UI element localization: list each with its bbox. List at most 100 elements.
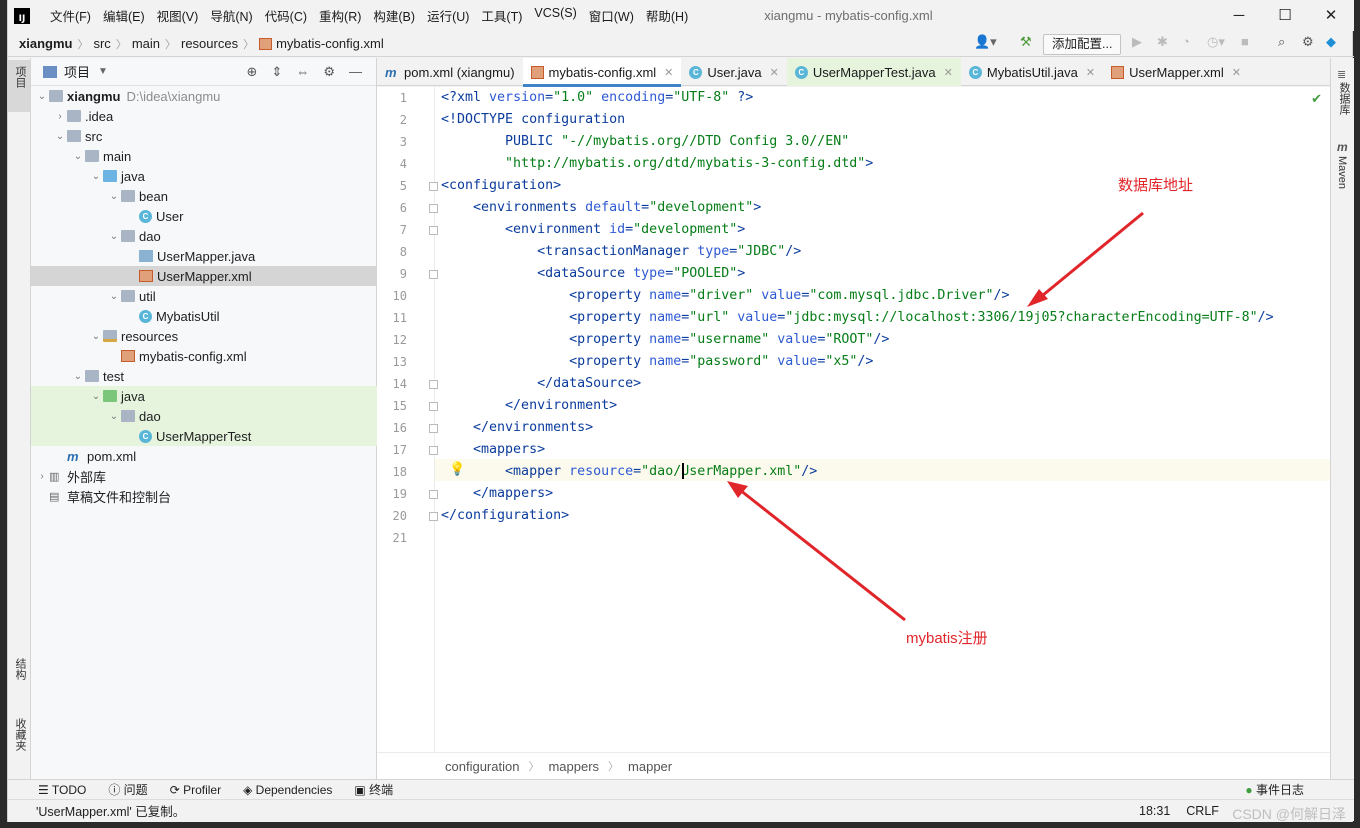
- dependencies-tool-button[interactable]: ◈ Dependencies: [243, 783, 332, 797]
- fold-marker-icon[interactable]: [429, 204, 438, 213]
- fold-marker-icon[interactable]: [429, 424, 438, 433]
- code-line[interactable]: <property name="username" value="ROOT"/>: [441, 329, 889, 351]
- tab-close-icon[interactable]: ✕: [1086, 66, 1095, 79]
- favorites-stripe-button[interactable]: 收藏夹: [12, 718, 28, 751]
- code-line[interactable]: </dataSource>: [441, 373, 641, 395]
- minimize-icon[interactable]: ─: [1216, 0, 1262, 31]
- tree-item[interactable]: ⌄ src: [31, 126, 377, 146]
- collapse-all-icon[interactable]: ⇔: [296, 64, 309, 80]
- menu-item[interactable]: 帮助(H): [640, 6, 694, 25]
- problems-tool-button[interactable]: ⓘ 问题: [108, 781, 147, 798]
- event-log-button[interactable]: ● 事件日志: [1245, 781, 1304, 798]
- user-icon[interactable]: 👤▾: [974, 34, 997, 50]
- maximize-icon[interactable]: ☐: [1262, 0, 1308, 31]
- maven-stripe-button[interactable]: Maven: [1336, 156, 1348, 189]
- chevron-down-icon[interactable]: ⌄: [71, 371, 85, 382]
- code-line[interactable]: </environment>: [441, 395, 617, 417]
- tree-item[interactable]: ⌄ java: [31, 166, 377, 186]
- code-line[interactable]: <environment id="development">: [441, 219, 745, 241]
- tree-item[interactable]: › ▥ 外部库: [31, 466, 377, 486]
- code-line[interactable]: <transactionManager type="JDBC"/>: [441, 241, 801, 263]
- tab-close-icon[interactable]: ✕: [664, 66, 673, 79]
- code-line[interactable]: <environments default="development">: [441, 197, 761, 219]
- code-line[interactable]: </mappers>: [441, 483, 553, 505]
- chevron-down-icon[interactable]: ⌄: [71, 151, 85, 162]
- tree-item[interactable]: C User: [31, 206, 377, 226]
- code-line[interactable]: <mappers>: [441, 439, 545, 461]
- tree-item[interactable]: ⌄ resources: [31, 326, 377, 346]
- code-line[interactable]: <property name="driver" value="com.mysql…: [441, 285, 1009, 307]
- tree-item[interactable]: C UserMapperTest: [31, 426, 377, 446]
- chevron-down-icon[interactable]: ⌄: [89, 391, 103, 402]
- chevron-down-icon[interactable]: ⌄: [107, 231, 121, 242]
- breadcrumb-item[interactable]: resources: [181, 36, 238, 51]
- breadcrumb-item[interactable]: mybatis-config.xml: [276, 36, 384, 51]
- fold-marker-icon[interactable]: [429, 446, 438, 455]
- chevron-down-icon[interactable]: ⌄: [35, 91, 49, 102]
- terminal-tool-button[interactable]: ▣ 终端: [354, 781, 393, 798]
- menu-item[interactable]: 工具(T): [475, 6, 528, 25]
- editor-tab[interactable]: mybatis-config.xml ✕: [522, 58, 682, 87]
- menu-item[interactable]: 重构(R): [313, 6, 367, 25]
- code-line[interactable]: <property name="password" value="x5"/>: [441, 351, 873, 373]
- stop-icon[interactable]: ■: [1241, 34, 1249, 49]
- tree-item[interactable]: ⌄ main: [31, 146, 377, 166]
- breadcrumb-item[interactable]: xiangmu: [19, 36, 72, 51]
- close-icon[interactable]: ✕: [1308, 0, 1354, 31]
- line-separator[interactable]: CRLF: [1186, 804, 1219, 818]
- editor-tab[interactable]: C UserMapperTest.java ✕: [786, 58, 961, 86]
- chevron-down-icon[interactable]: ⌄: [107, 411, 121, 422]
- chevron-down-icon[interactable]: ⌄: [89, 331, 103, 342]
- fold-marker-icon[interactable]: [429, 402, 438, 411]
- tree-item[interactable]: C MybatisUtil: [31, 306, 377, 326]
- settings-gear-icon[interactable]: ⚙: [1302, 34, 1314, 50]
- editor-breadcrumb-item[interactable]: mapper: [628, 759, 672, 774]
- caret-position[interactable]: 18:31: [1139, 804, 1170, 818]
- menu-item[interactable]: VCS(S): [528, 6, 582, 25]
- editor-tab[interactable]: C User.java ✕: [681, 58, 786, 86]
- tree-item[interactable]: UserMapper.java: [31, 246, 377, 266]
- breadcrumb-item[interactable]: src: [93, 36, 110, 51]
- project-panel-title[interactable]: 项目: [64, 62, 90, 81]
- editor-tab[interactable]: m pom.xml (xiangmu): [377, 58, 523, 86]
- hide-icon[interactable]: —: [349, 64, 362, 80]
- chevron-down-icon[interactable]: ▼: [98, 66, 108, 77]
- chevron-down-icon[interactable]: ⌄: [89, 171, 103, 182]
- tab-close-icon[interactable]: ✕: [770, 66, 779, 79]
- code-line[interactable]: <configuration>: [441, 175, 561, 197]
- menu-item[interactable]: 代码(C): [259, 6, 313, 25]
- tree-item[interactable]: ⌄ bean: [31, 186, 377, 206]
- fold-marker-icon[interactable]: [429, 226, 438, 235]
- tree-item[interactable]: m pom.xml: [31, 446, 377, 466]
- chevron-right-icon[interactable]: ›: [35, 471, 49, 482]
- editor-breadcrumb-item[interactable]: mappers: [548, 759, 599, 774]
- editor-tab[interactable]: UserMapper.xml ✕: [1103, 58, 1249, 86]
- menu-item[interactable]: 运行(U): [421, 6, 475, 25]
- inspection-ok-icon[interactable]: ✔: [1311, 91, 1322, 107]
- toolbox-icon[interactable]: ◆: [1326, 34, 1336, 50]
- structure-stripe-button[interactable]: 结构: [12, 658, 28, 680]
- tree-item[interactable]: ▤ 草稿文件和控制台: [31, 486, 377, 506]
- code-line[interactable]: <?xml version="1.0" encoding="UTF-8" ?>: [441, 87, 753, 109]
- code-line[interactable]: <property name="url" value="jdbc:mysql:/…: [441, 307, 1274, 329]
- code-line[interactable]: <mapper resource="dao/UserMapper.xml"/>: [441, 461, 817, 483]
- search-icon[interactable]: ⌕: [1278, 34, 1285, 50]
- expand-all-icon[interactable]: ⇕: [271, 64, 282, 80]
- fold-marker-icon[interactable]: [429, 380, 438, 389]
- breadcrumb-item[interactable]: main: [132, 36, 160, 51]
- fold-marker-icon[interactable]: [429, 512, 438, 521]
- editor-breadcrumb-item[interactable]: configuration: [445, 759, 519, 774]
- tree-item[interactable]: ⌄ util: [31, 286, 377, 306]
- code-line[interactable]: <dataSource type="POOLED">: [441, 263, 745, 285]
- chevron-right-icon[interactable]: ›: [53, 111, 67, 122]
- coverage-icon[interactable]: ◔: [1182, 34, 1190, 49]
- menu-item[interactable]: 构建(B): [367, 6, 421, 25]
- menu-item[interactable]: 文件(F): [44, 6, 97, 25]
- menu-item[interactable]: 视图(V): [151, 6, 205, 25]
- run-icon[interactable]: ▶: [1132, 34, 1142, 50]
- editor-tab[interactable]: C MybatisUtil.java ✕: [961, 58, 1103, 86]
- tree-item[interactable]: ⌄ java: [31, 386, 377, 406]
- tree-item[interactable]: › .idea: [31, 106, 377, 126]
- menu-item[interactable]: 导航(N): [204, 6, 258, 25]
- tab-close-icon[interactable]: ✕: [1232, 66, 1241, 79]
